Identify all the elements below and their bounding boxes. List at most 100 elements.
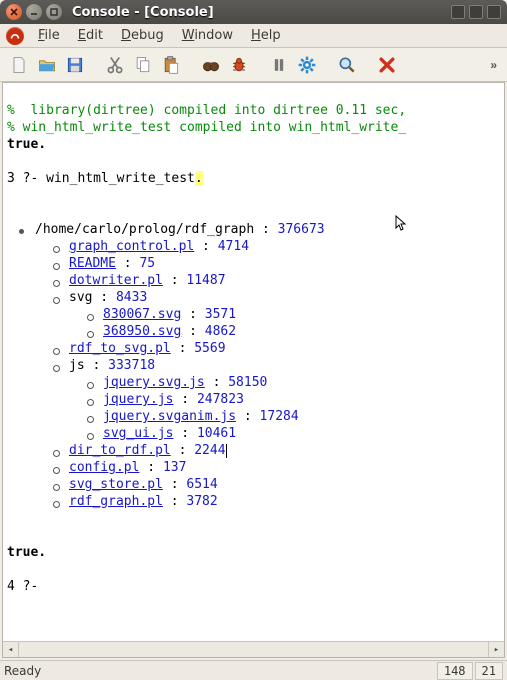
win-extra-3-icon[interactable] xyxy=(487,5,501,19)
tree-item: config.pl : 137 xyxy=(69,459,500,476)
toolbar: » xyxy=(0,48,507,82)
toolbar-overflow-icon[interactable]: » xyxy=(486,58,501,72)
scroll-track[interactable] xyxy=(19,642,488,657)
scroll-right-icon[interactable]: ▸ xyxy=(488,642,504,658)
magnifier-icon[interactable] xyxy=(334,52,360,78)
console-pane: % library(dirtree) compiled into dirtree… xyxy=(2,82,505,658)
cut-icon[interactable] xyxy=(102,52,128,78)
tree-item: README : 75 xyxy=(69,255,500,272)
menubar: File Edit Debug Window Help xyxy=(0,24,507,48)
tree-item-size: 6514 xyxy=(186,477,217,492)
tree-item: svg_store.pl : 6514 xyxy=(69,476,500,493)
tree-item: svg : 8433830067.svg : 3571368950.svg : … xyxy=(69,289,500,340)
tree-item: svg_ui.js : 10461 xyxy=(103,425,500,442)
status-col: 21 xyxy=(475,662,503,680)
win-extra-2-icon[interactable] xyxy=(469,5,483,19)
status-bar: Ready 148 21 xyxy=(0,660,507,680)
tree-item-label[interactable]: jquery.js xyxy=(103,392,173,407)
tree-item-label[interactable]: rdf_graph.pl xyxy=(69,494,163,509)
copy-icon[interactable] xyxy=(130,52,156,78)
tree-item: 368950.svg : 4862 xyxy=(103,323,500,340)
status-text: Ready xyxy=(4,664,41,678)
tree-item-label[interactable]: svg_store.pl xyxy=(69,477,163,492)
titlebar: Console - [Console] xyxy=(0,0,507,24)
gear-icon[interactable] xyxy=(294,52,320,78)
tree-item: dotwriter.pl : 11487 xyxy=(69,272,500,289)
tree-item-size: 247823 xyxy=(197,392,244,407)
tree-item-label[interactable]: rdf_to_svg.pl xyxy=(69,341,171,356)
cancel-icon[interactable] xyxy=(374,52,400,78)
menu-help[interactable]: Help xyxy=(243,26,289,45)
tree-item-label[interactable]: dotwriter.pl xyxy=(69,273,163,288)
tree-children: jquery.svg.js : 58150jquery.js : 247823j… xyxy=(69,374,500,442)
menu-edit[interactable]: Edit xyxy=(70,26,111,45)
tree-children: graph_control.pl : 4714README : 75dotwri… xyxy=(35,238,500,510)
menu-window[interactable]: Window xyxy=(174,26,241,45)
win-extra-1-icon[interactable] xyxy=(451,5,465,19)
tree-item: jquery.svganim.js : 17284 xyxy=(103,408,500,425)
tree-item-size: 11487 xyxy=(186,273,225,288)
tree-root-size: 376673 xyxy=(278,222,325,237)
tree-item-label: js xyxy=(69,358,85,373)
paste-icon[interactable] xyxy=(158,52,184,78)
bug-icon[interactable] xyxy=(226,52,252,78)
close-icon[interactable] xyxy=(6,4,22,20)
prompt-command: win_html_write_test xyxy=(46,171,195,186)
tree-item-label[interactable]: README xyxy=(69,256,116,271)
log-line: % library(dirtree) compiled into dirtree… xyxy=(7,103,406,118)
open-file-icon[interactable] xyxy=(34,52,60,78)
tree-item-label[interactable]: jquery.svg.js xyxy=(103,375,205,390)
tree-item: rdf_graph.pl : 3782 xyxy=(69,493,500,510)
tree-item: 830067.svg : 3571 xyxy=(103,306,500,323)
tree-item-size: 3571 xyxy=(205,307,236,322)
tree-root-item: /home/carlo/prolog/rdf_graph : 376673 gr… xyxy=(35,221,500,510)
window-extra-buttons xyxy=(451,5,501,19)
menu-file[interactable]: File xyxy=(30,26,68,45)
tree-children: 830067.svg : 3571368950.svg : 4862 xyxy=(69,306,500,340)
tree-item-label[interactable]: jquery.svganim.js xyxy=(103,409,236,424)
tree-item-size: 8433 xyxy=(116,290,147,305)
tree-item-size: 10461 xyxy=(197,426,236,441)
mouse-cursor-icon xyxy=(395,215,407,233)
tree-item-label[interactable]: config.pl xyxy=(69,460,139,475)
prompt-dot: . xyxy=(195,171,203,186)
minimize-icon[interactable] xyxy=(26,4,42,20)
tree-item-size: 2244 xyxy=(194,443,225,458)
tree-item: jquery.svg.js : 58150 xyxy=(103,374,500,391)
app-icon xyxy=(6,27,24,45)
window-title: Console - [Console] xyxy=(72,5,447,20)
log-line: % win_html_write_test compiled into win_… xyxy=(7,120,406,135)
menu-debug[interactable]: Debug xyxy=(113,26,172,45)
tree-item-label[interactable]: graph_control.pl xyxy=(69,239,194,254)
tree-item-size: 17284 xyxy=(260,409,299,424)
status-line: 148 xyxy=(437,662,473,680)
result-true: true. xyxy=(7,545,46,560)
prompt-number: 3 ?- xyxy=(7,171,46,186)
tree-item-size: 4714 xyxy=(218,239,249,254)
dir-tree-root: /home/carlo/prolog/rdf_graph : 376673 gr… xyxy=(7,221,500,510)
tree-item-size: 75 xyxy=(139,256,155,271)
tree-item-label[interactable]: 368950.svg xyxy=(103,324,181,339)
tree-item-size: 5569 xyxy=(194,341,225,356)
tree-item: js : 333718jquery.svg.js : 58150jquery.j… xyxy=(69,357,500,442)
tree-item: jquery.js : 247823 xyxy=(103,391,500,408)
tree-item-size: 333718 xyxy=(108,358,155,373)
console-output[interactable]: % library(dirtree) compiled into dirtree… xyxy=(3,83,504,641)
maximize-icon[interactable] xyxy=(46,4,62,20)
save-icon[interactable] xyxy=(62,52,88,78)
scroll-left-icon[interactable]: ◂ xyxy=(3,642,19,658)
tree-item-size: 4862 xyxy=(205,324,236,339)
tree-item-size: 58150 xyxy=(228,375,267,390)
new-file-icon[interactable] xyxy=(6,52,32,78)
tree-item-label[interactable]: dir_to_rdf.pl xyxy=(69,443,171,458)
tree-item-label[interactable]: svg_ui.js xyxy=(103,426,173,441)
prompt-next: 4 ?- xyxy=(7,579,46,594)
binoculars-icon[interactable] xyxy=(198,52,224,78)
tree-item-label: svg xyxy=(69,290,92,305)
tree-item-label[interactable]: 830067.svg xyxy=(103,307,181,322)
tree-item: dir_to_rdf.pl : 2244 xyxy=(69,442,500,459)
tree-item-size: 137 xyxy=(163,460,186,475)
horizontal-scrollbar[interactable]: ◂ ▸ xyxy=(3,641,504,657)
pause-icon[interactable] xyxy=(266,52,292,78)
tree-item: graph_control.pl : 4714 xyxy=(69,238,500,255)
